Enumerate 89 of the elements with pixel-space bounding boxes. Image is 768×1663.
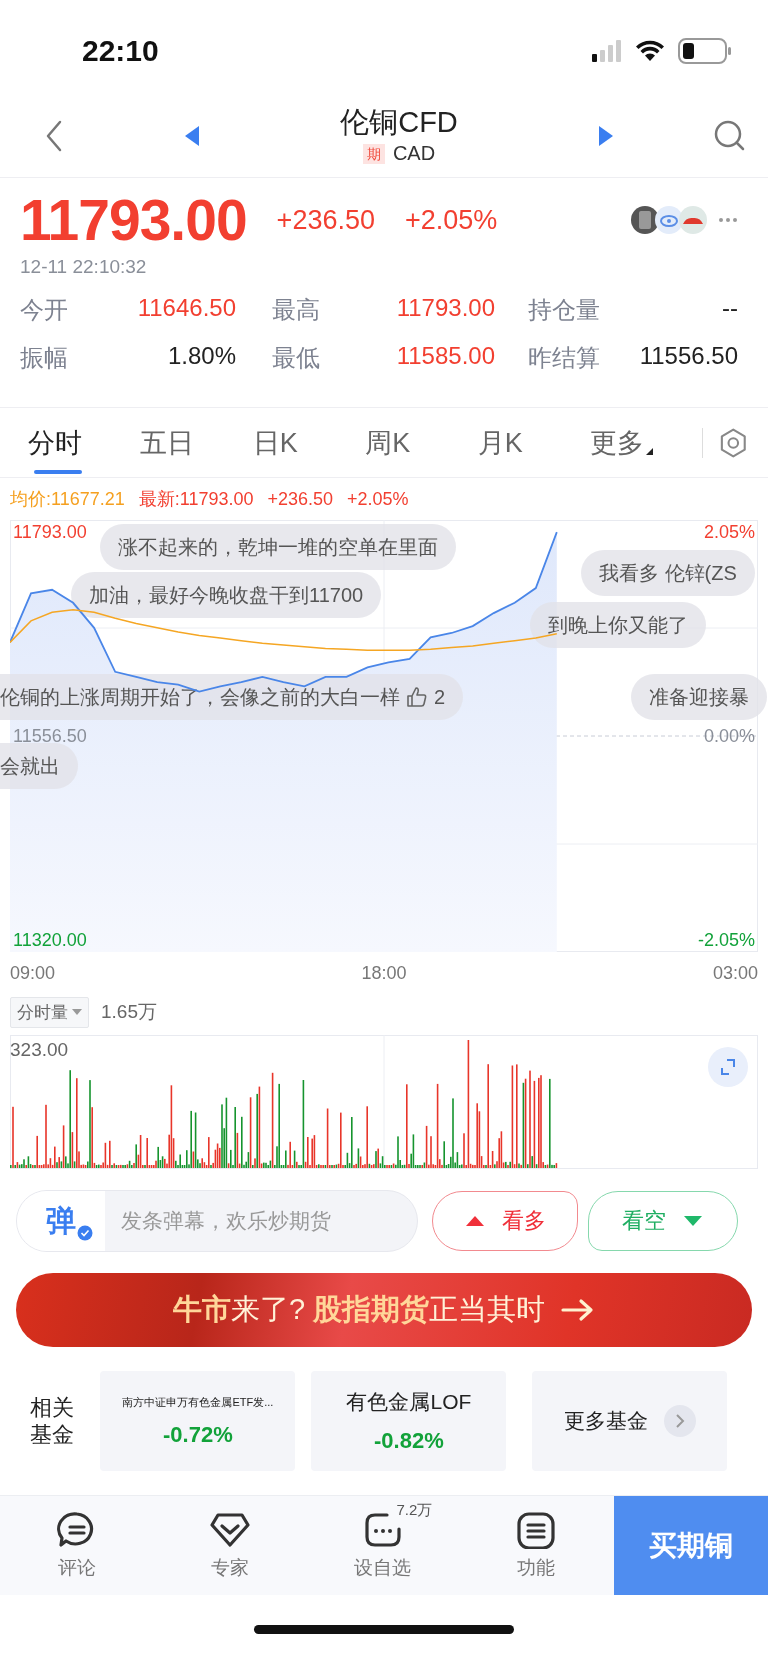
comment-bubble[interactable]: 我看多 伦锌(ZS xyxy=(581,550,755,596)
more-icon[interactable] xyxy=(718,217,738,223)
stat-value: 1.80% xyxy=(166,342,236,371)
comment-bubble[interactable]: 加油，最好今晚收盘干到11700 xyxy=(71,572,382,618)
stat-label: 最高 xyxy=(271,295,321,325)
axis-label: 11320.00 xyxy=(13,928,87,952)
fund-name: 有色金属LOF xyxy=(346,1389,472,1415)
more-funds-card[interactable]: 更多基金 xyxy=(532,1371,728,1471)
chart-tab[interactable]: 月K xyxy=(477,407,591,478)
stat-label: 昨结算 xyxy=(527,343,601,373)
stat-label: 持仓量 xyxy=(527,295,601,325)
stat-value: 11585.00 xyxy=(395,342,495,371)
nav-item[interactable]: 功能 xyxy=(459,1496,612,1595)
stat-value: -- xyxy=(721,294,738,323)
comment-bubble[interactable]: 准备迎接暴 xyxy=(631,674,767,720)
buy-button[interactable]: 买期铜 xyxy=(614,1496,768,1595)
clock-time: 22:10 xyxy=(82,33,159,68)
stat-label: 最低 xyxy=(271,343,321,373)
volume-selector[interactable]: 分时量 xyxy=(10,996,89,1028)
axis-label: -2.05% xyxy=(697,928,755,952)
last-price: 11793.00 xyxy=(20,187,247,253)
previous-triangle-icon[interactable] xyxy=(184,126,200,146)
avatar-icon[interactable] xyxy=(654,205,684,235)
more-funds-label: 更多基金 xyxy=(563,1408,648,1434)
bullish-button[interactable]: 看多 xyxy=(432,1191,578,1251)
like-count: 2 xyxy=(434,685,446,709)
futures-tag: 期 xyxy=(362,143,385,165)
stat-value: 11793.00 xyxy=(395,294,495,323)
comment-bubble[interactable]: 伦铜的上涨周期开始了，会像之前的大白一样 2 xyxy=(0,674,464,720)
symbol-code: CAD xyxy=(392,142,436,166)
legend-value: 均价:11677.21 xyxy=(10,488,125,511)
danmaku-label: 弹 xyxy=(46,1202,76,1239)
fund-change: -0.82% xyxy=(374,1428,444,1454)
page-title: 伦铜CFD xyxy=(340,106,458,139)
check-icon xyxy=(77,1225,93,1241)
percent-change: +2.05% xyxy=(404,204,498,236)
stat-label: 今开 xyxy=(20,295,69,325)
time-label: 18:00 xyxy=(361,962,407,984)
comment-bubble[interactable]: 会就出 xyxy=(0,743,78,789)
banner-text: 牛市来了? 股指期货正当其时 xyxy=(172,1292,546,1327)
chart-tab[interactable]: 日K xyxy=(252,407,366,478)
comment-field[interactable]: 弹 发条弹幕，欢乐炒期货 xyxy=(16,1190,418,1252)
nav-item[interactable]: 7.2万 设自选 xyxy=(306,1496,459,1595)
axis-label: 2.05% xyxy=(703,521,755,545)
wifi-icon xyxy=(634,38,666,63)
chart-tab[interactable]: 分时 xyxy=(28,407,141,478)
stat-label: 振幅 xyxy=(20,343,69,373)
search-icon[interactable] xyxy=(714,120,746,152)
fund-change: -0.72% xyxy=(163,1421,233,1448)
list-icon xyxy=(515,1510,556,1549)
fund-card[interactable]: 有色金属LOF -0.82% xyxy=(311,1371,507,1471)
avatar-icon[interactable] xyxy=(630,205,660,235)
fund-name: 南方中证申万有色金属ETF发... xyxy=(122,1394,274,1410)
stat-value: 11556.50 xyxy=(638,342,738,371)
legend-value: 最新:11793.00 xyxy=(138,488,254,511)
axis-label: 0.00% xyxy=(703,725,755,748)
legend-value: +236.50 xyxy=(267,488,334,510)
bearish-button[interactable]: 看空 xyxy=(588,1191,738,1251)
volume-total: 1.65万 xyxy=(101,1000,157,1024)
axis-label: 11793.00 xyxy=(13,521,87,545)
stat-value: 11646.50 xyxy=(136,294,236,323)
chart-tab[interactable]: 周K xyxy=(365,407,478,478)
nav-item[interactable]: 评论 xyxy=(0,1496,153,1595)
legend-value: +2.05% xyxy=(347,488,409,510)
chart-tab[interactable]: 更多 xyxy=(590,407,703,478)
avatar-icon[interactable] xyxy=(678,205,708,235)
chart-tab[interactable]: 五日 xyxy=(140,407,253,478)
price-change: +236.50 xyxy=(276,204,375,236)
axis-label: 323.00 xyxy=(10,1039,69,1061)
next-triangle-icon[interactable] xyxy=(598,126,614,146)
time-label: 09:00 xyxy=(10,962,56,984)
back-icon[interactable] xyxy=(44,120,64,152)
comment-input[interactable]: 发条弹幕，欢乐炒期货 xyxy=(105,1209,417,1233)
nav-item[interactable]: 专家 xyxy=(153,1496,306,1595)
promo-banner[interactable]: 牛市来了? 股指期货正当其时 xyxy=(16,1273,752,1347)
section-label: 相关基金 xyxy=(30,1393,75,1449)
count-label: 7.2万 xyxy=(396,1500,433,1520)
signal-icon xyxy=(592,39,622,62)
time-label: 03:00 xyxy=(712,962,758,984)
fund-card[interactable]: 南方中证申万有色金属ETF发... -0.72% xyxy=(100,1371,296,1471)
expand-icon[interactable] xyxy=(708,1047,748,1087)
battery-icon xyxy=(678,37,732,64)
thumbs-up-icon[interactable] xyxy=(406,686,428,708)
chevron-right-icon xyxy=(663,1405,696,1437)
diamond-icon xyxy=(209,1510,250,1549)
settings-icon[interactable] xyxy=(719,426,748,459)
comment-bubble[interactable]: 到晚上你又能了 xyxy=(530,602,706,648)
comment-bubble[interactable]: 涨不起来的，乾坤一堆的空单在里面 xyxy=(100,524,456,570)
quote-timestamp: 12-11 22:10:32 xyxy=(20,256,148,278)
